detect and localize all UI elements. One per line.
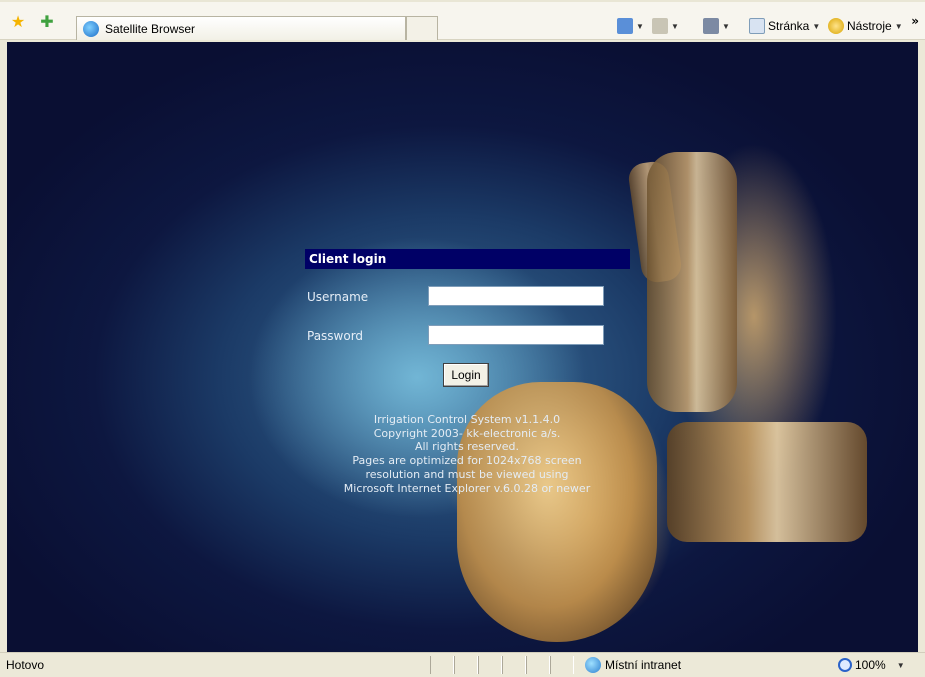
status-text: Hotovo (6, 658, 45, 672)
login-header: Client login (305, 249, 630, 269)
page-menu[interactable]: Stránka ▼ (749, 15, 820, 37)
username-input[interactable] (428, 286, 604, 306)
magnifier-icon (838, 658, 852, 672)
status-segment (478, 656, 502, 674)
home-button[interactable]: ▼ (617, 15, 644, 37)
status-segment (430, 656, 454, 674)
tab-title: Satellite Browser (105, 22, 196, 36)
faucet-body-graphic (647, 152, 737, 412)
chevron-down-icon: ▼ (671, 21, 679, 31)
zone-label: Místní intranet (605, 658, 682, 672)
toolbar-overflow-button[interactable]: » (911, 14, 919, 28)
browser-toolbar: ★ ✚ Satellite Browser ▼ ▼ ▼ Stránka ▼ Ná… (0, 0, 925, 40)
chevron-down-icon: ▼ (722, 21, 730, 31)
feeds-button[interactable]: ▼ (652, 15, 679, 37)
print-button[interactable]: ▼ (703, 15, 730, 37)
tools-menu[interactable]: Nástroje ▼ (828, 15, 903, 37)
chevron-down-icon: ▼ (636, 21, 644, 31)
password-input[interactable] (428, 325, 604, 345)
chevron-down-icon: ▼ (896, 660, 905, 670)
new-tab-button[interactable] (406, 16, 438, 40)
faucet-ring-graphic (667, 422, 867, 542)
status-bar: Hotovo Místní intranet 100% ▼ (0, 652, 925, 677)
footer-line: Irrigation Control System v1.1.4.0 (373, 413, 561, 426)
intranet-globe-icon (585, 657, 601, 673)
footer-line: resolution and must be viewed using (365, 467, 569, 481)
home-icon (617, 18, 633, 34)
footer-line: All rights reserved. (414, 440, 520, 454)
status-segment (502, 656, 526, 674)
chevron-down-icon: ▼ (812, 21, 821, 31)
add-favorite-icon[interactable]: ✚ (38, 13, 56, 31)
chevron-down-icon: ▼ (894, 21, 903, 31)
tools-menu-label: Nástroje (847, 19, 892, 33)
security-zone[interactable]: Místní intranet (585, 656, 681, 674)
tools-gear-icon (828, 18, 844, 34)
page-icon (749, 18, 765, 34)
footer-line: Pages are optimized for 1024x768 screen (352, 454, 582, 468)
page-content: Client login Username Password Login Irr… (7, 42, 918, 652)
footer-line: Copyright 2003- kk-electronic a/s. (373, 426, 561, 440)
feeds-icon (652, 18, 668, 34)
status-segment (454, 656, 478, 674)
copyright-footer: Irrigation Control System v1.1.4.0 Copyr… (297, 413, 637, 495)
login-button[interactable]: Login (443, 363, 489, 387)
tab-satellite-browser[interactable]: Satellite Browser (76, 16, 406, 40)
footer-line: Microsoft Internet Explorer v.6.0.28 or … (343, 481, 591, 495)
page-menu-label: Stránka (768, 19, 810, 33)
zoom-level: 100% (855, 658, 886, 672)
ie-page-icon (83, 21, 99, 37)
zoom-control[interactable]: 100% ▼ (838, 656, 905, 674)
username-label: Username (307, 290, 369, 304)
password-label: Password (307, 329, 364, 343)
favorites-star-icon[interactable]: ★ (9, 13, 27, 31)
status-segment (526, 656, 550, 674)
status-segment (550, 656, 574, 674)
print-icon (703, 18, 719, 34)
